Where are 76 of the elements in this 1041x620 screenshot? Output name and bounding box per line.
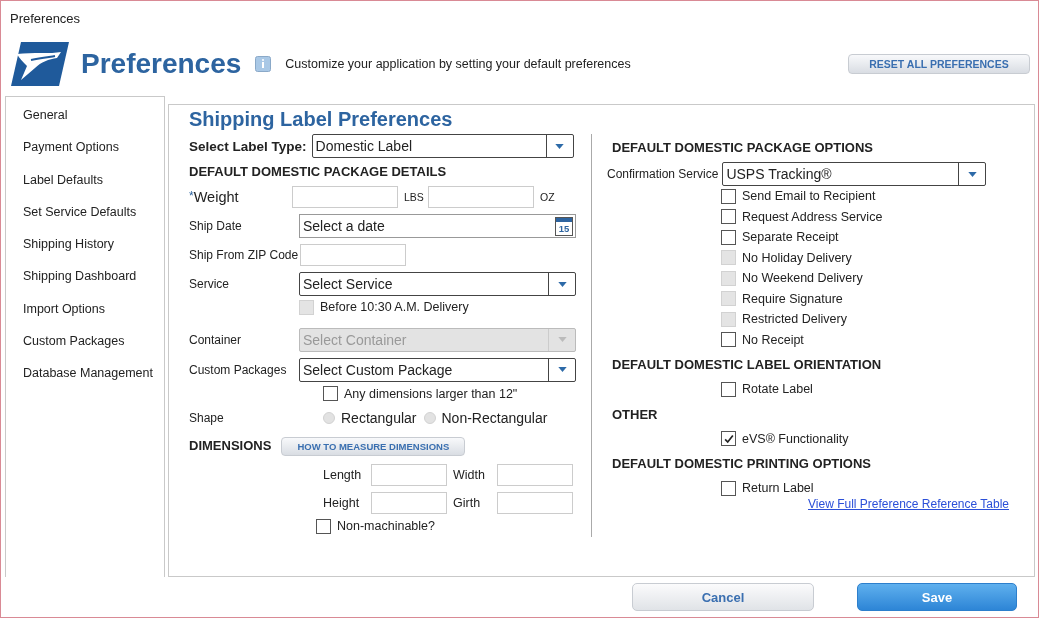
checkbox[interactable]: [316, 518, 331, 534]
sidebar-item[interactable]: Custom Packages: [6, 331, 164, 364]
description-text: Customize your application by setting your default preferences: [285, 57, 632, 71]
field-label: Girth: [453, 496, 482, 510]
page-title: Preferences: [81, 48, 242, 80]
reset-all-button[interactable]: RESET ALL PREFERENCES: [848, 54, 1030, 74]
caret-icon: [557, 281, 567, 287]
caret-icon: [967, 171, 977, 177]
field-label: Container: [189, 332, 243, 347]
sidebar-item[interactable]: General: [6, 105, 164, 138]
checkbox[interactable]: [721, 188, 736, 204]
help-button[interactable]: HOW TO MEASURE DIMENSIONS: [281, 436, 466, 456]
caret-icon: [555, 143, 565, 149]
reference-table-link[interactable]: View Full Preference Reference Table: [808, 496, 1009, 511]
cancel-button[interactable]: Cancel: [632, 583, 814, 611]
checkbox-option[interactable]: eVS® Functionality: [721, 428, 1009, 449]
field-label: Confirmation Service: [607, 167, 719, 181]
dimension-input-field[interactable]: [371, 464, 447, 486]
sidebar-item[interactable]: Set Service Defaults: [6, 201, 164, 235]
dropdown[interactable]: Domestic Label: [311, 134, 574, 158]
checkbox[interactable]: [721, 480, 736, 496]
dimension-input-field[interactable]: [497, 464, 573, 486]
calendar-icon[interactable]: 15: [555, 216, 573, 236]
field-label: Ship From ZIP Code: [189, 248, 299, 262]
group-heading: DEFAULT DOMESTIC PRINTING OPTIONS: [612, 455, 873, 473]
group-heading: DEFAULT DOMESTIC LABEL ORIENTATION: [612, 356, 883, 374]
checkbox[interactable]: [721, 381, 736, 397]
checkbox[interactable]: [721, 229, 736, 245]
dropdown[interactable]: Select Custom Package: [299, 357, 576, 382]
checkbox-option[interactable]: Rotate Label: [721, 379, 1009, 400]
ounces-input-field[interactable]: [428, 186, 534, 208]
checkbox[interactable]: [721, 332, 736, 348]
checkbox-option[interactable]: Any dimensions larger than 12": [323, 383, 576, 404]
checkbox-option[interactable]: Return Label: [721, 478, 1009, 499]
checkbox[interactable]: [323, 386, 338, 402]
field-label: Height: [323, 496, 361, 510]
info-icon[interactable]: [255, 56, 272, 72]
unit-label: LBS: [404, 191, 422, 203]
checkbox[interactable]: [721, 209, 736, 225]
field-label: Ship Date: [189, 219, 243, 233]
checkbox[interactable]: [721, 431, 736, 447]
sidebar-item[interactable]: Import Options: [6, 298, 164, 332]
field-label: Shape: [189, 411, 225, 425]
field-label: Length: [323, 468, 363, 482]
checkbox-option[interactable]: Separate Receipt: [721, 227, 1009, 248]
dimension-input-field[interactable]: [497, 492, 573, 514]
sidebar-item[interactable]: Shipping Dashboard: [6, 266, 164, 299]
checkbox-option[interactable]: Request Address Service: [721, 206, 1009, 227]
dimension-input-field[interactable]: [371, 492, 447, 514]
checkbox-option[interactable]: No Receipt: [721, 329, 1009, 350]
caret-icon: [557, 367, 567, 372]
section-title: Shipping Label Preferences: [189, 108, 454, 132]
field-label: *Weight: [189, 189, 240, 205]
group-heading: DEFAULT DOMESTIC PACKAGE DETAILS: [189, 163, 448, 181]
pounds-input-field[interactable]: [292, 186, 398, 208]
caret-icon: [557, 337, 567, 342]
checkbox-option[interactable]: Send Email to Recipient: [721, 186, 1009, 207]
window-title: Preferences: [10, 10, 81, 26]
zip-input-field[interactable]: [300, 244, 406, 266]
field-label: Service: [189, 277, 230, 291]
field-label: Custom Packages: [189, 362, 288, 377]
sidebar-item[interactable]: Database Management: [6, 363, 164, 396]
eagle-logo-icon: [11, 42, 69, 86]
group-heading: DEFAULT DOMESTIC PACKAGE OPTIONS: [612, 139, 874, 157]
field-label: Select Label Type:: [189, 138, 307, 154]
group-heading: DIMENSIONS: [189, 437, 272, 455]
sidebar-item[interactable]: Shipping History: [6, 234, 164, 267]
group-heading: OTHER: [612, 405, 659, 424]
sidebar-item[interactable]: Payment Options: [6, 137, 164, 170]
date-picker-field[interactable]: Select a date 15: [299, 214, 576, 238]
checkbox-option[interactable]: Non-machinable?: [316, 516, 576, 537]
dropdown[interactable]: USPS Tracking®: [722, 162, 987, 186]
unit-label: OZ: [540, 191, 556, 203]
dropdown[interactable]: Select Service: [299, 272, 576, 296]
field-label: Width: [453, 468, 486, 482]
sidebar-item[interactable]: Label Defaults: [6, 169, 164, 202]
